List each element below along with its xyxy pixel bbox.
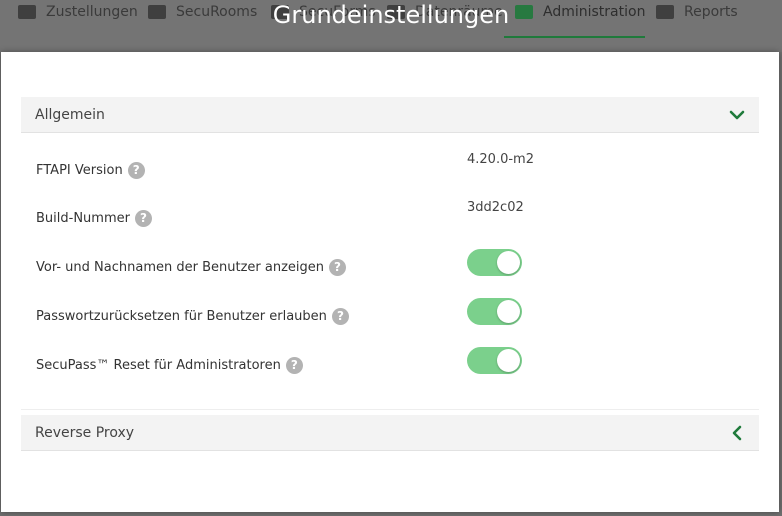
toggle-knob — [497, 349, 520, 372]
modal-title: Grundeinstellungen — [272, 1, 510, 29]
setting-label: Vor- und Nachnamen der Benutzer anzeigen — [36, 260, 324, 275]
settings-modal: Allgemein FTAPI Version ? 4.20.0-m2 Buil… — [1, 52, 779, 512]
setting-label: FTAPI Version — [36, 163, 123, 178]
help-icon[interactable]: ? — [285, 357, 303, 374]
accordion-general-title: Allgemein — [35, 106, 105, 123]
accordion-reverse-proxy-header[interactable]: Reverse Proxy — [21, 415, 759, 451]
setting-row-secupass-reset: SecuPass™ Reset für Administratoren ? — [36, 347, 736, 381]
build-value: 3dd2c02 — [467, 200, 524, 215]
help-icon[interactable]: ? — [331, 308, 349, 325]
setting-label: SecuPass™ Reset für Administratoren — [36, 358, 281, 373]
help-icon[interactable]: ? — [134, 210, 152, 227]
setting-row-build: Build-Nummer ? 3dd2c02 — [36, 200, 736, 234]
show-names-toggle[interactable] — [467, 249, 522, 276]
accordion-general-header[interactable]: Allgemein — [21, 97, 759, 133]
active-tab-indicator — [504, 36, 645, 38]
setting-label: Build-Nummer — [36, 211, 130, 226]
help-icon[interactable]: ? — [329, 259, 346, 276]
setting-label: Passwortzurücksetzen für Benutzer erlaub… — [36, 309, 327, 324]
help-icon[interactable]: ? — [127, 162, 145, 179]
toggle-knob — [497, 251, 520, 274]
setting-row-version: FTAPI Version ? 4.20.0-m2 — [36, 152, 736, 186]
section-divider — [21, 409, 759, 410]
setting-row-show-names: Vor- und Nachnamen der Benutzer anzeigen… — [36, 249, 736, 283]
version-value: 4.20.0-m2 — [467, 152, 534, 167]
password-reset-toggle[interactable] — [467, 298, 522, 325]
secupass-reset-toggle[interactable] — [467, 347, 522, 374]
chevron-left-icon — [732, 425, 742, 441]
accordion-reverse-proxy-title: Reverse Proxy — [35, 424, 135, 441]
setting-row-password-reset: Passwortzurücksetzen für Benutzer erlaub… — [36, 298, 736, 332]
toggle-knob — [497, 300, 520, 323]
chevron-down-icon — [729, 110, 745, 120]
